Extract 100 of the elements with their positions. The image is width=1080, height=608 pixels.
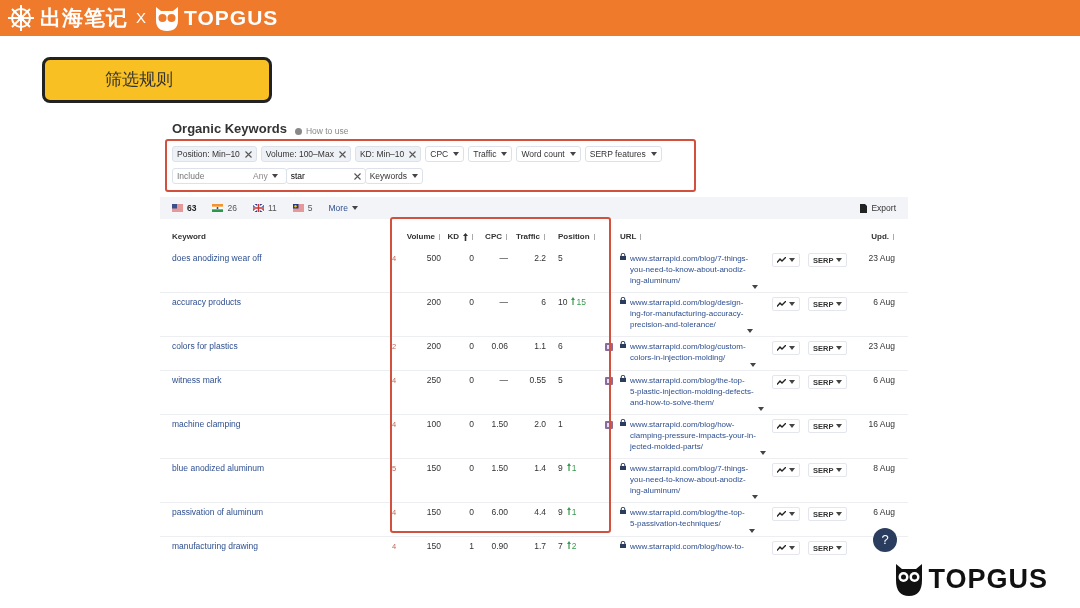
filter-dropdown[interactable]: Word count [516,146,581,162]
chart-dropdown[interactable] [772,463,800,477]
panel-title: Organic Keywords [172,119,287,138]
mode-dropdown[interactable]: Any [253,169,278,183]
position-change: 2 [566,541,577,561]
cpc-value: 6.00 [491,507,508,517]
column-header[interactable]: Position [558,231,596,243]
cpc-value: — [499,375,508,385]
column-header[interactable]: Upd. [871,231,895,243]
filter-dropdown[interactable]: SERP features [584,146,662,162]
partner-name: TOPGUS [184,5,279,32]
country-tab[interactable]: 5 [292,201,313,215]
caret-icon [650,152,657,156]
volume-value: 150 [426,507,441,517]
update-date: 6 Aug [873,297,895,307]
url-link[interactable]: www.starrapid.com/blog/the-top- 5-plastic-injection-molding-defects- and-how-to-solve-them/ [630,375,754,414]
keyword-link[interactable]: witness mark [172,375,222,385]
chart-dropdown[interactable] [772,253,800,267]
url-link[interactable]: www.starrapid.com/blog/design- ing-for-manufacturing-accuracy- precision-and-tolerance/ [630,297,744,336]
separator-text: X [136,7,146,28]
country-tab[interactable]: 26 [212,201,237,215]
kd-value: 0 [469,253,474,263]
filter-chip[interactable]: KD: Min–10 [354,146,422,162]
filter-dropdown[interactable]: CPC [425,146,465,162]
url-link[interactable]: www.starrapid.com/blog/7-things- you-need-to-know-about-anodiz- ing-aluminum/ [630,463,749,502]
kd-value: 0 [469,297,474,307]
update-date: 8 Aug [873,463,895,473]
caret-icon [351,206,358,210]
caret-icon [836,424,843,428]
keyword-link[interactable]: passivation of aluminum [172,507,264,517]
trend-line-icon [777,379,786,385]
position-value: 10 [558,297,568,309]
position-value: 9 [558,463,563,475]
traffic-value: 1.7 [534,541,546,551]
search-field[interactable]: star [285,168,366,184]
caret-icon [789,468,795,472]
url-link[interactable]: www.starrapid.com/blog/how-to- [630,541,744,561]
caret-icon [789,346,795,350]
volume-value: 150 [426,463,441,473]
lock-icon [620,253,626,260]
caret-icon [789,424,795,428]
chart-dropdown[interactable] [772,297,800,311]
keyword-link[interactable]: manufacturing drawing [172,541,258,551]
column-header[interactable]: Traffic [516,231,546,243]
kd-value: 0 [469,375,474,385]
update-date: 23 Aug [868,253,895,263]
traffic-value: 6 [541,297,546,307]
chart-dropdown[interactable] [772,419,800,433]
update-date: 6 Aug [873,507,895,517]
chart-dropdown[interactable] [772,541,800,555]
cpc-value: — [499,297,508,307]
caret-icon [749,363,756,367]
keyword-link[interactable]: blue anodized aluminum [172,463,265,473]
column-header[interactable]: Volume [406,231,441,243]
traffic-value: 0.55 [529,375,546,385]
chart-dropdown[interactable] [772,375,800,389]
position-value: 9 [558,507,563,519]
column-header[interactable]: URL [620,231,643,243]
info-icon [640,234,643,240]
volume-value: 250 [426,375,441,385]
trend-line-icon [777,301,786,307]
url-link[interactable]: www.starrapid.com/blog/7-things- you-need-to-know-about-anodiz- ing-aluminum/ [630,253,749,292]
traffic-value: 2.2 [534,253,546,263]
position-change: 1 [566,463,577,502]
filter-chip[interactable]: Volume: 100–Max [260,146,351,162]
caret-icon [789,512,795,516]
filter-dropdown[interactable]: Traffic [468,146,513,162]
update-date: 23 Aug [868,341,895,351]
column-header[interactable]: Keyword [172,231,206,243]
chart-dropdown[interactable] [772,341,800,355]
caret-icon [789,258,795,262]
keyword-link[interactable]: does anodizing wear off [172,253,262,263]
lock-icon [620,297,626,304]
chart-dropdown[interactable] [772,507,800,521]
scope-dropdown[interactable]: Keywords [364,168,423,184]
column-header[interactable]: KD [447,231,474,243]
trend-line-icon [777,257,786,263]
position-value: 5 [558,375,563,387]
position-change: 15 [571,297,586,336]
keyword-link[interactable]: machine clamping [172,419,241,429]
lock-icon [620,419,626,426]
url-link[interactable]: www.starrapid.com/blog/the-top- 5-passivation-techniques/ [630,507,745,536]
traffic-value: 4.4 [534,507,546,517]
country-tab[interactable]: 63 [172,201,197,215]
keyword-link[interactable]: colors for plastics [172,341,238,351]
keyword-link[interactable]: accuracy products [172,297,241,307]
cpc-value: 0.90 [491,541,508,551]
help-button[interactable]: ? [873,528,897,552]
filter-chip[interactable]: Position: Min–10 [172,146,257,162]
caret-icon [789,380,795,384]
url-link[interactable]: www.starrapid.com/blog/custom- colors-in-injection-molding/ [630,341,746,370]
column-header[interactable]: CPC [485,231,508,243]
more-dropdown[interactable]: More [328,201,358,215]
url-link[interactable]: www.starrapid.com/blog/how- clamping-pressure-impacts-your-in- jected-molded-parts/ [630,419,756,458]
trend-line-icon [777,511,786,517]
help-link[interactable]: How to use [294,125,349,138]
up-arrow-icon [566,463,571,471]
traffic-value: 1.4 [534,463,546,473]
export-button[interactable]: Export [860,201,896,215]
country-tab[interactable]: 11 [252,201,277,215]
